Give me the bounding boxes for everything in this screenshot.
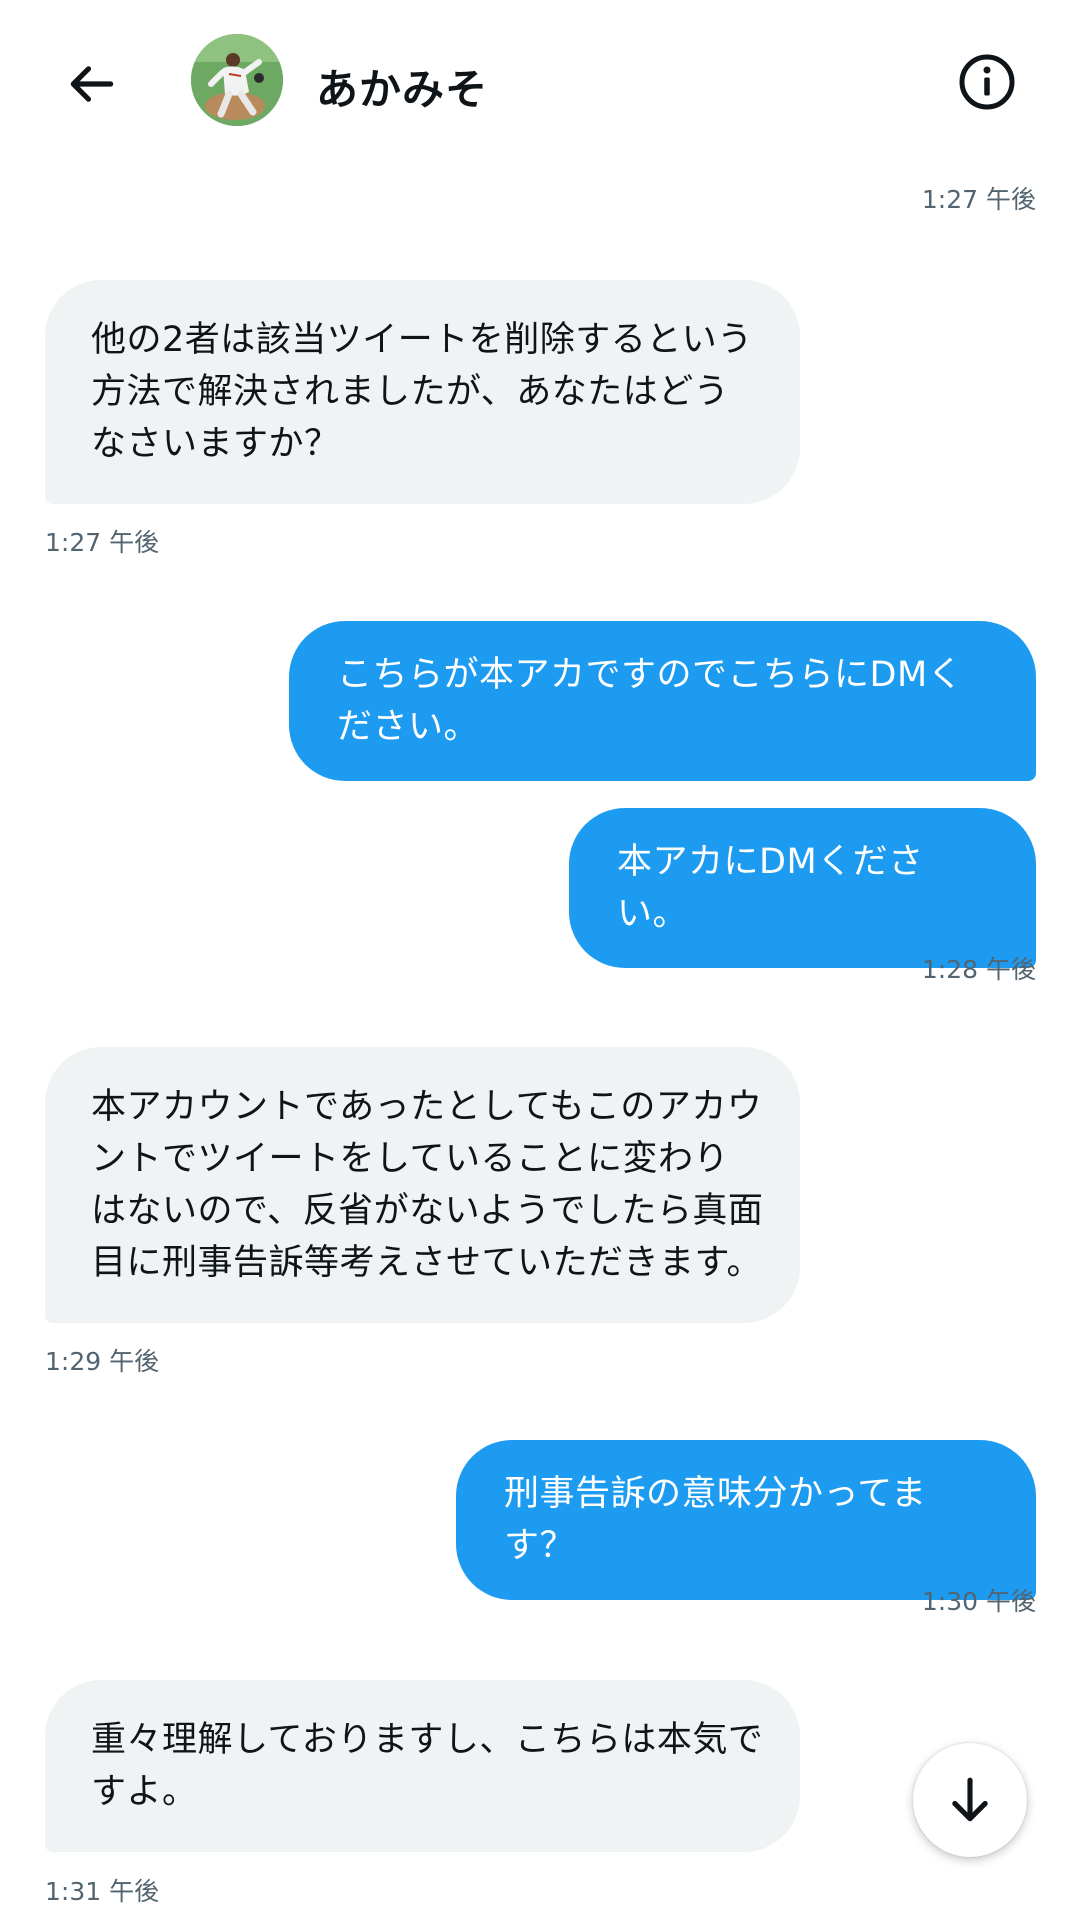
user-avatar-baseball-pitcher: [191, 34, 283, 126]
outgoing-message[interactable]: こちらが本アカですのでこちらにDMください。: [289, 621, 1036, 781]
info-circle-icon: [959, 54, 1015, 110]
scroll-to-bottom-button[interactable]: [913, 1743, 1027, 1857]
back-button[interactable]: [60, 52, 124, 116]
outgoing-message[interactable]: 刑事告訴の意味分かってます？: [456, 1440, 1036, 1600]
incoming-message[interactable]: 重々理解しておりますし、こちらは本気ですよ。: [45, 1680, 800, 1852]
avatar[interactable]: [191, 34, 283, 126]
message-timestamp: 1:30 午後: [921, 1587, 1036, 1616]
message-timestamp: 1:28 午後: [921, 955, 1036, 984]
arrow-down-icon: [952, 1777, 988, 1822]
incoming-message[interactable]: 本アカウントであったとしてもこのアカウントでツイートをしていることに変わりはない…: [45, 1047, 800, 1323]
arrow-left-icon: [70, 66, 114, 102]
incoming-message[interactable]: 他の2者は該当ツイートを削除するという方法で解決されましたが、あなたはどうなさい…: [45, 280, 800, 504]
outgoing-message[interactable]: 本アカにDMください。: [569, 808, 1036, 968]
message-timestamp: 1:29 午後: [45, 1347, 160, 1376]
message-timestamp: 1:31 午後: [45, 1877, 160, 1906]
message-timestamp: 1:27 午後: [45, 528, 160, 557]
info-button[interactable]: [955, 50, 1019, 114]
conversation-title[interactable]: あかみそ: [316, 56, 488, 117]
conversation-header: あかみそ: [0, 0, 1080, 160]
message-timestamp: 1:27 午後: [921, 185, 1036, 214]
